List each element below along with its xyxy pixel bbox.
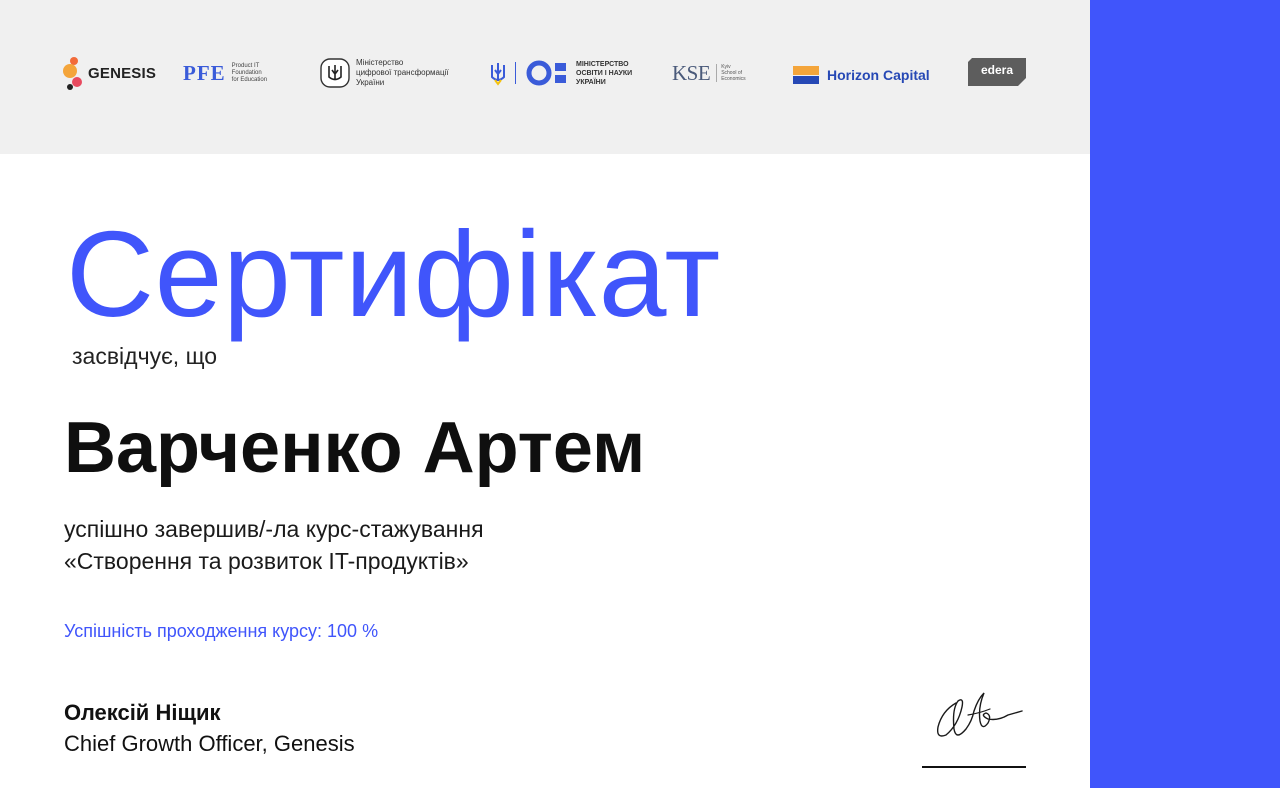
ministry-education-logo: МІНІСТЕРСТВО ОСВІТИ І НАУКИ УКРАЇНИ bbox=[489, 57, 632, 89]
course-name: «Створення та розвиток IT-продуктів» bbox=[64, 548, 469, 574]
edera-logo: edera bbox=[968, 58, 1026, 86]
horizon-capital-logo: Horizon Capital bbox=[793, 62, 930, 88]
recipient-name: Варченко Артем bbox=[64, 408, 646, 488]
partner-logo-bar: GENESIS PFE Product IT Foundation for Ed… bbox=[0, 0, 1090, 154]
horizon-sunrise-icon bbox=[793, 66, 819, 84]
trident-icon bbox=[491, 63, 505, 86]
pfe-logo: PFE Product IT Foundation for Education bbox=[183, 60, 267, 86]
completion-statement: успішно завершив/-ла курс-стажування «Ст… bbox=[64, 513, 484, 577]
ministry-education-text: МІНІСТЕРСТВО ОСВІТИ І НАУКИ УКРАЇНИ bbox=[576, 60, 633, 86]
signer-role: Chief Growth Officer, Genesis bbox=[64, 731, 355, 756]
trident-badge-icon bbox=[320, 58, 350, 88]
kse-tagline: Kyiv School of Economics bbox=[716, 64, 746, 82]
signer-name: Олексій Ніщик bbox=[64, 700, 221, 725]
ministry-digital-logo: Міністерство цифрової трансформації Укра… bbox=[320, 57, 449, 89]
mon-symbol-icon bbox=[526, 60, 566, 86]
genesis-dots-icon bbox=[63, 57, 82, 90]
side-accent-band bbox=[1090, 0, 1280, 788]
handwritten-signature bbox=[936, 692, 1023, 737]
certifies-text: засвідчує, що bbox=[72, 343, 218, 369]
edera-wordmark: edera bbox=[981, 63, 1013, 77]
ministry-digital-text: Міністерство цифрової трансформації Укра… bbox=[356, 58, 449, 87]
logo-divider bbox=[515, 62, 516, 84]
edera-badge-icon: edera bbox=[968, 58, 1026, 86]
kse-wordmark: KSE bbox=[672, 60, 711, 85]
pfe-wordmark: PFE bbox=[183, 60, 226, 85]
kse-logo: KSE Kyiv School of Economics bbox=[672, 60, 746, 86]
completion-line: успішно завершив/-ла курс-стажування bbox=[64, 516, 484, 542]
genesis-logo: GENESIS bbox=[62, 55, 156, 91]
signature-line bbox=[922, 766, 1026, 768]
genesis-wordmark: GENESIS bbox=[88, 64, 157, 82]
pfe-tagline: Product IT Foundation for Education bbox=[231, 62, 268, 83]
certificate-title: Сертифікат bbox=[66, 206, 721, 342]
success-rate: Успішність проходження курсу: 100 % bbox=[64, 621, 379, 641]
horizon-wordmark: Horizon Capital bbox=[827, 67, 930, 83]
